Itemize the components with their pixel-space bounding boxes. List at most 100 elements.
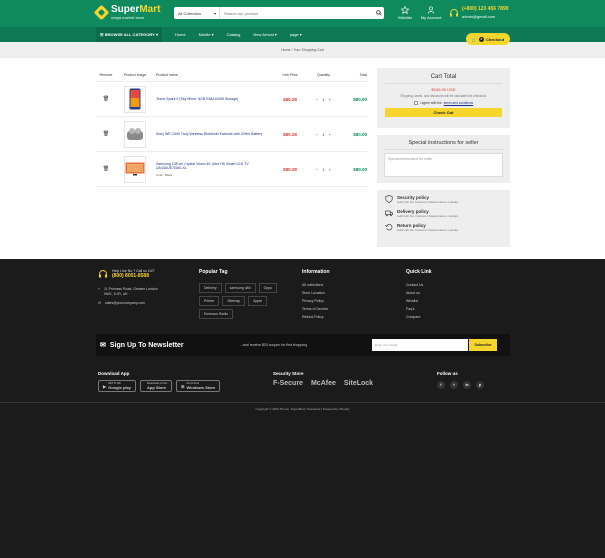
facebook-icon[interactable]: f xyxy=(437,381,445,389)
quick-link[interactable]: Compare xyxy=(406,315,432,319)
col-total: Total xyxy=(359,72,367,77)
tag-item[interactable]: samsung a50 xyxy=(224,283,256,293)
tag-item[interactable]: Sitemap xyxy=(222,296,246,306)
qty-increase-button[interactable]: + xyxy=(329,132,331,137)
quick-title: Quick Link xyxy=(406,269,432,275)
tag-item[interactable]: Apple xyxy=(248,296,268,306)
instructions-textarea[interactable]: Special instructions for seller xyxy=(384,153,503,177)
chevron-down-icon: ▾ xyxy=(155,32,158,37)
qty-value[interactable]: 1 xyxy=(322,167,324,172)
newsletter-email-input[interactable]: Enter Your Email xyxy=(372,339,468,351)
product-name[interactable]: Tecno Spark 9 (Sky Mirror, 6GB RAM,64GB … xyxy=(156,97,274,102)
cart-total-amount: $240.00 USD xyxy=(431,87,456,92)
logo[interactable]: SuperMart mega market store xyxy=(93,4,160,21)
breadcrumb-home[interactable]: Home xyxy=(281,48,290,52)
col-remove: Remove xyxy=(99,72,113,77)
quick-link[interactable]: Faq's xyxy=(406,307,432,311)
col-unit-price: Unit Price xyxy=(282,72,298,77)
nav-item-page-label: page xyxy=(289,32,299,37)
nav-item-mobile-label: Mobile xyxy=(198,32,211,37)
terms-agree: I agree with the terms and conditions xyxy=(385,101,502,105)
terms-checkbox[interactable] xyxy=(413,101,418,105)
trash-icon[interactable]: 🗑 xyxy=(103,131,109,137)
nav-item-catalog[interactable]: Catalog xyxy=(227,32,241,37)
quick-link[interactable]: Contact Us xyxy=(406,283,432,287)
subscribe-button[interactable]: Subscribe xyxy=(469,339,497,351)
chevron-down-icon: ▾ xyxy=(213,10,216,16)
product-name[interactable]: Sony WF-C500 Truly Wireless Bluetooth Ea… xyxy=(156,132,274,137)
checkout-button[interactable]: Check Out xyxy=(385,108,502,117)
help-phone[interactable]: (800) 8001-8588 xyxy=(112,273,155,279)
nav-item-mobile[interactable]: Mobile ▾ xyxy=(199,32,214,37)
header-email[interactable]: admin@gmail.com xyxy=(462,14,509,19)
instagram-icon[interactable]: in xyxy=(463,381,471,389)
quick-link[interactable]: Wishlist xyxy=(406,299,432,303)
search-bar: All Collection ▾ xyxy=(174,7,384,19)
search-button[interactable] xyxy=(374,8,384,18)
footer-email[interactable]: sales@yourcompany.com xyxy=(105,301,145,305)
google-play-label: Google play xyxy=(108,385,131,390)
info-link[interactable]: Store Location xyxy=(302,291,330,295)
qty-increase-button[interactable]: + xyxy=(329,97,331,102)
sitelock-logo: SiteLock xyxy=(343,380,374,387)
info-link[interactable]: All collections xyxy=(302,283,330,287)
product-image[interactable] xyxy=(124,85,146,113)
account-button[interactable]: My Account xyxy=(421,6,441,20)
info-link[interactable]: Privacy Policy xyxy=(302,299,330,303)
qty-value[interactable]: 1 xyxy=(322,97,324,102)
product-image[interactable] xyxy=(124,120,146,148)
header-checkout-button[interactable]: 🛒 3 Checkout xyxy=(466,33,510,45)
policy-item: Security policy (edit with the Customer R… xyxy=(385,195,502,204)
popular-tags: Popular Tag Delivery samsung a50 Oppo Pr… xyxy=(199,269,294,319)
trash-icon[interactable]: 🗑 xyxy=(103,166,109,172)
follow-title: Follow us xyxy=(437,371,458,376)
browse-category-button[interactable]: ☰ BROWSE ALL CATEGORY ▾ xyxy=(96,27,162,42)
tag-item[interactable]: Oppo xyxy=(258,283,278,293)
breadcrumb-current: Your Shopping Cart xyxy=(293,48,324,52)
contact-block: (+800) 123 456 7890 admin@gmail.com xyxy=(449,6,509,19)
newsletter-subtitle: ...and receive $20 coupon for first shop… xyxy=(240,343,308,347)
qty-decrease-button[interactable]: − xyxy=(316,132,318,137)
product-image[interactable] xyxy=(124,155,146,183)
col-image: Product image xyxy=(123,72,147,77)
line-total: $80.00 xyxy=(353,96,367,102)
pinterest-icon[interactable]: p xyxy=(476,381,484,389)
app-store-button[interactable]: Download on the App Store xyxy=(139,380,173,392)
address-line-1: 11 Princess Road, Greater London xyxy=(103,287,158,291)
trash-icon[interactable]: 🗑 xyxy=(103,96,109,102)
follow-us: Follow us f t in p xyxy=(437,371,484,389)
popular-tag-title: Popular Tag xyxy=(199,269,228,275)
tag-item[interactable]: Printer xyxy=(199,296,220,306)
tag-item[interactable]: Delivery xyxy=(199,283,222,293)
unit-price: $80.28 xyxy=(283,131,297,137)
product-name[interactable]: Samsung 108 cm Crystal Vision 4K Ultra H… xyxy=(156,162,274,171)
cart-count-badge: 3 xyxy=(478,36,484,42)
qty-decrease-button[interactable]: − xyxy=(316,97,318,102)
headset-icon xyxy=(450,8,458,16)
nav-item-new-arrival[interactable]: New Arrival ▾ xyxy=(253,32,276,37)
wishlist-button[interactable]: Wishlist xyxy=(398,6,412,20)
info-link[interactable]: Terms of Service xyxy=(302,307,330,311)
search-input[interactable] xyxy=(220,10,374,16)
logo-mark-icon xyxy=(93,4,110,21)
terms-link[interactable]: terms and conditions xyxy=(444,101,473,105)
hamburger-icon: ☰ xyxy=(100,32,104,37)
twitter-icon[interactable]: t xyxy=(450,381,458,389)
tag-item[interactable]: Emerson Radio xyxy=(199,309,234,319)
cart-table: Remove Product image Product name Unit P… xyxy=(96,68,367,187)
quick-links: Quick Link Contact Us About us Wishlist … xyxy=(406,269,432,323)
nav-item-home[interactable]: Home xyxy=(175,32,186,37)
google-play-button[interactable]: ▶ GET IT ON Google play xyxy=(98,380,136,392)
quick-link[interactable]: About us xyxy=(406,291,432,295)
footer: Help Line No ? Call us 24/7 (800) 8001-85… xyxy=(0,259,605,416)
header-phone[interactable]: (+800) 123 456 7890 xyxy=(462,6,509,12)
special-instructions: Special instructions for seller Special … xyxy=(377,135,510,183)
search-category-select[interactable]: All Collection ▾ xyxy=(174,7,220,19)
qty-value[interactable]: 1 xyxy=(322,132,324,137)
windows-store-button[interactable]: ⊞ Get it from Windows Store xyxy=(176,380,221,392)
qty-decrease-button[interactable]: − xyxy=(316,167,318,172)
qty-increase-button[interactable]: + xyxy=(329,167,331,172)
info-link[interactable]: Refund Policy xyxy=(302,315,330,319)
nav-item-page[interactable]: page ▾ xyxy=(290,32,302,37)
cart-icon: 🛒 xyxy=(471,36,477,42)
